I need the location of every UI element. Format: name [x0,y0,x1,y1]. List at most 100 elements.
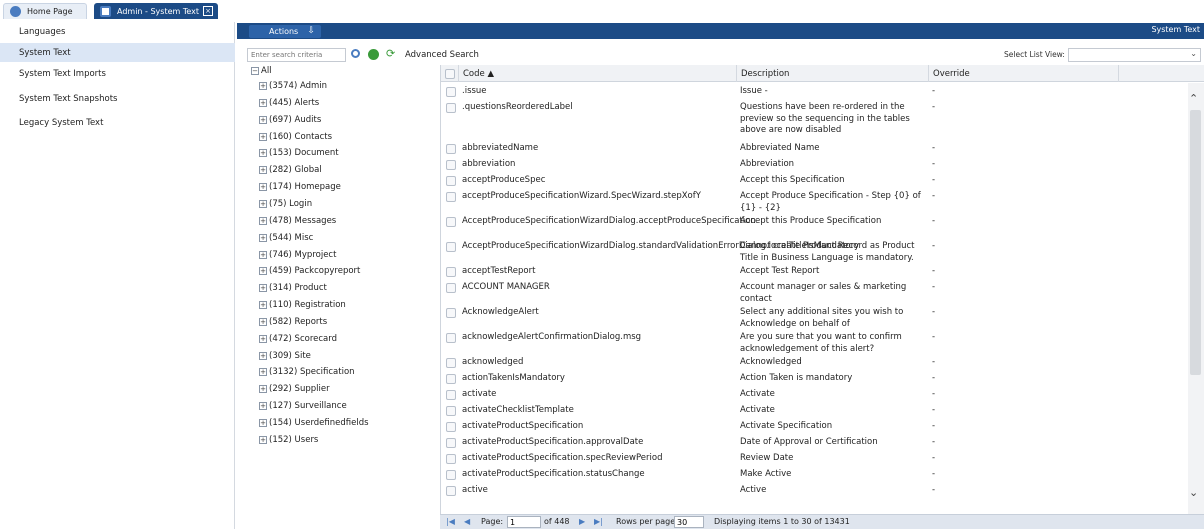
table-row[interactable]: active Active - [441,483,1191,499]
table-row[interactable]: .questionsReorderedLabel Questions have b… [441,100,1191,141]
scroll-up-icon[interactable]: ⌃ [1189,92,1198,105]
expand-icon[interactable]: + [259,267,267,276]
advanced-search-link[interactable]: Advanced Search [405,50,479,60]
expand-icon[interactable]: + [259,419,267,427]
tree-node[interactable]: + (160) Contacts [259,132,332,142]
row-checkbox[interactable] [446,192,456,202]
table-row[interactable]: activateProductSpecification Activate Spe… [441,419,1191,435]
row-checkbox[interactable] [446,486,456,496]
expand-icon[interactable]: + [259,385,267,394]
row-checkbox[interactable] [446,470,456,480]
expand-icon[interactable]: + [259,368,267,377]
sidebar-item-system-text-snapshots[interactable]: System Text Snapshots [0,89,235,108]
column-header-description[interactable]: Description [737,65,929,82]
expand-icon[interactable]: + [259,132,267,141]
row-checkbox[interactable] [446,144,456,154]
table-row[interactable]: AcknowledgeAlert Select any additional si… [441,305,1191,330]
row-checkbox[interactable] [446,374,456,384]
expand-icon[interactable]: + [259,82,267,90]
table-row[interactable]: abbreviatedName Abbreviated Name - [441,141,1191,157]
row-checkbox[interactable] [446,406,456,416]
tree-node[interactable]: + (127) Surveillance [259,401,347,411]
table-row[interactable]: activateProductSpecification.statusChang… [441,467,1191,483]
row-checkbox[interactable] [446,438,456,448]
table-row[interactable]: acceptTestReport Accept Test Report - [441,264,1191,280]
row-checkbox[interactable] [446,454,456,464]
row-checkbox[interactable] [446,267,456,277]
row-checkbox[interactable] [446,358,456,368]
table-row[interactable]: ACCOUNT MANAGER Account manager or sales … [441,280,1191,305]
sidebar-item-system-text-imports[interactable]: System Text Imports [0,64,235,83]
expand-icon[interactable]: + [259,199,267,208]
row-checkbox[interactable] [446,87,456,97]
tree-node[interactable]: + (309) Site [259,351,311,361]
tree-node[interactable]: + (314) Product [259,283,327,293]
expand-icon[interactable]: + [259,166,267,175]
first-page-icon[interactable]: |◀ [446,517,455,526]
scroll-down-icon[interactable]: ⌄ [1189,486,1198,499]
tree-node[interactable]: + (459) Packcopyreport [259,266,360,276]
tree-node[interactable]: + (75) Login [259,199,312,209]
list-view-select[interactable]: ⌄ [1068,48,1201,62]
table-row[interactable]: abbreviation Abbreviation - [441,157,1191,173]
table-row[interactable]: actionTakenIsMandatory Action Taken is ma… [441,371,1191,387]
expand-icon[interactable]: + [259,435,267,444]
close-icon[interactable]: × [203,6,213,16]
tree-node[interactable]: + (153) Document [259,148,339,158]
expand-icon[interactable]: + [259,351,267,360]
expand-icon[interactable]: + [259,216,267,225]
table-row[interactable]: AcceptProduceSpecificationWizardDialog.a… [441,214,1191,239]
tree-node[interactable]: + (154) Userdefinedfields [259,418,369,428]
tree-node[interactable]: + (282) Global [259,165,322,175]
last-page-icon[interactable]: ▶| [594,517,603,526]
row-checkbox[interactable] [446,308,456,318]
expand-icon[interactable]: + [259,284,267,293]
expand-icon[interactable]: + [259,317,267,326]
actions-button[interactable]: Actions ⇩ [249,25,321,38]
expand-icon[interactable]: + [259,115,267,124]
tree-node[interactable]: + (445) Alerts [259,98,319,108]
sidebar-item-legacy-system-text[interactable]: Legacy System Text [0,113,235,132]
expand-icon[interactable]: + [259,301,267,310]
sidebar-item-system-text[interactable]: System Text [0,43,235,62]
table-row[interactable]: acknowledged Acknowledged - [441,355,1191,371]
column-header-override[interactable]: Override [929,65,1119,82]
row-checkbox[interactable] [446,422,456,432]
table-row[interactable]: activateProductSpecification.specReviewP… [441,451,1191,467]
row-checkbox[interactable] [446,242,456,252]
expand-icon[interactable]: + [259,334,267,343]
tree-node[interactable]: + (292) Supplier [259,384,330,394]
row-checkbox[interactable] [446,333,456,343]
select-all-checkbox[interactable] [445,68,455,79]
rows-per-page-input[interactable] [674,516,704,528]
tree-node[interactable]: + (472) Scorecard [259,334,337,344]
scrollbar-thumb[interactable] [1190,110,1201,375]
column-header-code[interactable]: Code ▲ [459,65,737,82]
table-row[interactable]: acceptProduceSpec Accept this Specificati… [441,173,1191,189]
collapse-icon[interactable]: − [251,67,259,75]
search-icon[interactable] [351,49,360,58]
row-checkbox[interactable] [446,160,456,170]
table-row[interactable]: acceptProduceSpecificationWizard.SpecWiz… [441,189,1191,214]
expand-icon[interactable]: + [259,233,267,242]
next-page-icon[interactable]: ▶ [579,517,585,526]
tree-node[interactable]: + (3132) Specification [259,367,355,377]
expand-icon[interactable]: + [259,149,267,158]
refresh-icon[interactable]: ⟳ [386,47,397,60]
tree-node[interactable]: + (3574) Admin [259,81,327,91]
go-icon[interactable] [368,49,379,60]
tree-node[interactable]: + (478) Messages [259,216,336,226]
row-checkbox[interactable] [446,217,456,227]
table-row[interactable]: activate Activate - [441,387,1191,403]
expand-icon[interactable]: + [259,98,267,107]
table-row[interactable]: acknowledgeAlertConfirmationDialog.msg Ar… [441,330,1191,355]
sidebar-item-languages[interactable]: Languages [0,22,235,41]
expand-icon[interactable]: + [259,402,267,411]
tab-admin-system-text[interactable]: Admin - System Text × [94,3,218,19]
tab-home-page[interactable]: Home Page [3,3,87,19]
tree-node[interactable]: + (152) Users [259,435,318,445]
prev-page-icon[interactable]: ◀ [464,517,470,526]
tree-node[interactable]: + (544) Misc [259,233,313,243]
row-checkbox[interactable] [446,103,456,113]
table-row[interactable]: .issue Issue - - [441,84,1191,100]
